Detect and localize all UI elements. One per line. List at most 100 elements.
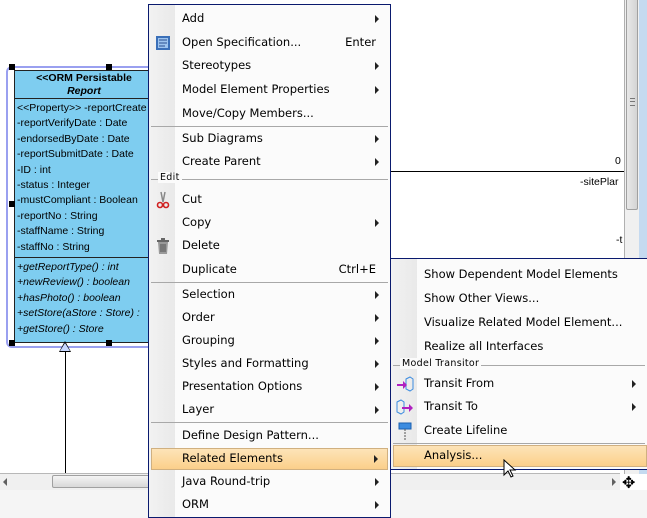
vertical-scroll-thumb[interactable] (626, 0, 638, 210)
menu-item-orm[interactable]: ORM (151, 494, 388, 516)
attribute[interactable]: -endorsedByDate : Date (17, 132, 153, 147)
menu-item-shortcut: Enter (345, 35, 376, 49)
menu-separator (393, 443, 645, 444)
menu-item-label: Add (182, 11, 205, 25)
menu-item-show-other-views[interactable]: Show Other Views... (393, 288, 645, 310)
submenu-arrow-icon (375, 15, 379, 23)
menu-item-label: Delete (182, 238, 220, 252)
menu-item-label: Model Element Properties (182, 82, 330, 96)
menu-item-define-design-pattern[interactable]: Define Design Pattern... (151, 425, 388, 447)
menu-item-label: Open Specification... (182, 35, 302, 49)
scissors-icon (154, 191, 172, 209)
menu-item-label: Duplicate (182, 262, 237, 276)
menu-item-show-dependent-model-elements[interactable]: Show Dependent Model Elements (393, 264, 645, 286)
multiplicity-label: 0 (615, 155, 621, 167)
menu-item-realize-all-interfaces[interactable]: Realize all Interfaces (393, 336, 645, 358)
submenu-arrow-icon (375, 360, 379, 368)
role-label-2: -t (616, 234, 623, 246)
attribute[interactable]: -ID : int (17, 163, 153, 178)
menu-item-transit-to[interactable]: Transit To (393, 396, 645, 418)
menu-item-label: Visualize Related Model Element... (424, 315, 623, 329)
menu-item-label: Order (182, 310, 215, 324)
submenu-arrow-icon (375, 383, 379, 391)
class-stereotype: <<ORM Persistable (36, 72, 132, 84)
menu-item-grouping[interactable]: Grouping (151, 330, 388, 352)
operation[interactable]: +getReportType() : int (17, 260, 153, 275)
menu-item-sub-diagrams[interactable]: Sub Diagrams (151, 128, 388, 150)
operations-compartment: +getReportType() : int +newReview() : bo… (15, 257, 153, 339)
menu-item-label: Copy (182, 215, 212, 229)
operation[interactable]: +newReview() : boolean (17, 275, 153, 290)
menu-item-stereotypes[interactable]: Stereotypes (151, 55, 388, 77)
submenu-arrow-icon (375, 291, 379, 299)
menu-item-label: Show Dependent Model Elements (424, 267, 618, 281)
menu-item-create-lifeline[interactable]: Create Lifeline (393, 420, 645, 442)
operation[interactable]: +setStore(aStore : Store) : (17, 306, 153, 321)
related-elements-submenu: Show Dependent Model Elements Show Other… (390, 258, 647, 470)
menu-item-layer[interactable]: Layer (151, 399, 388, 421)
pan-move-icon[interactable]: ✥ (622, 475, 635, 491)
menu-item-styles-and-formatting[interactable]: Styles and Formatting (151, 353, 388, 375)
generalization-line[interactable] (65, 352, 66, 474)
menu-item-java-round-trip[interactable]: Java Round-trip (151, 471, 388, 493)
menu-item-label: Styles and Formatting (182, 356, 309, 370)
menu-item-open-specification[interactable]: Open Specification... Enter (151, 32, 388, 54)
submenu-arrow-icon (375, 406, 379, 414)
menu-item-selection[interactable]: Selection (151, 284, 388, 306)
class-report[interactable]: <<ORM Persistable Report <<Property>> -r… (14, 70, 154, 343)
submenu-arrow-icon (375, 219, 379, 227)
attributes-compartment: <<Property>> -reportCreate -reportVerify… (15, 98, 153, 257)
menu-item-label: Move/Copy Members... (182, 106, 314, 120)
menu-item-presentation-options[interactable]: Presentation Options (151, 376, 388, 398)
menu-item-add[interactable]: Add (151, 8, 388, 30)
attribute[interactable]: -staffNo : String (17, 240, 153, 255)
menu-item-create-parent[interactable]: Create Parent (151, 151, 388, 173)
menu-item-visualize-related-model-element[interactable]: Visualize Related Model Element... (393, 312, 645, 334)
menu-item-label: Java Round-trip (182, 474, 271, 488)
attribute[interactable]: -staffName : String (17, 224, 153, 239)
submenu-arrow-icon (375, 478, 379, 486)
operation[interactable]: +getStore() : Store (17, 322, 153, 337)
scroll-left-icon[interactable] (3, 478, 7, 486)
menu-item-analysis[interactable]: Analysis... (393, 445, 647, 467)
resize-handle[interactable] (9, 340, 15, 346)
operation[interactable]: +hasPhoto() : boolean (17, 291, 153, 306)
attribute[interactable]: -reportNo : String (17, 209, 153, 224)
attribute[interactable]: -reportSubmitDate : Date (17, 147, 153, 162)
transit-to-icon (396, 398, 414, 416)
menu-item-label: Selection (182, 287, 235, 301)
attribute[interactable]: -reportVerifyDate : Date (17, 116, 153, 131)
menu-separator (151, 422, 388, 423)
submenu-arrow-icon (375, 158, 379, 166)
menu-item-label: Stereotypes (182, 58, 252, 72)
menu-item-order[interactable]: Order (151, 307, 388, 329)
submenu-arrow-icon (632, 380, 636, 388)
scroll-right-icon[interactable] (612, 478, 616, 486)
menu-item-label: Realize all Interfaces (424, 339, 544, 353)
attribute[interactable]: -mustCompliant : Boolean (17, 193, 153, 208)
menu-separator (151, 126, 388, 127)
menu-item-cut[interactable]: Cut (151, 189, 388, 211)
group-label: Model Transitor (400, 358, 482, 369)
group-label: Edit (158, 172, 182, 183)
menu-item-delete[interactable]: Delete (151, 235, 388, 257)
attribute[interactable]: <<Property>> -reportCreate (17, 101, 153, 116)
resize-handle[interactable] (9, 201, 15, 207)
menu-item-label: Grouping (182, 333, 235, 347)
menu-item-transit-from[interactable]: Transit From (393, 373, 645, 395)
submenu-arrow-icon (375, 135, 379, 143)
menu-item-related-elements[interactable]: Related Elements (151, 448, 388, 470)
resize-handle[interactable] (106, 64, 112, 70)
association-line[interactable] (390, 171, 624, 172)
menu-item-duplicate[interactable]: Duplicate Ctrl+E (151, 259, 388, 281)
menu-item-model-element-properties[interactable]: Model Element Properties (151, 79, 388, 101)
class-name: Report (67, 85, 101, 97)
resize-handle[interactable] (106, 340, 112, 346)
resize-handle[interactable] (9, 64, 15, 70)
menu-item-shortcut: Ctrl+E (338, 262, 376, 276)
menu-item-label: Define Design Pattern... (182, 428, 319, 442)
menu-item-copy[interactable]: Copy (151, 212, 388, 234)
attribute[interactable]: -status : Integer (17, 178, 153, 193)
menu-item-label: Related Elements (182, 451, 283, 465)
menu-item-move-copy-members[interactable]: Move/Copy Members... (151, 103, 388, 125)
